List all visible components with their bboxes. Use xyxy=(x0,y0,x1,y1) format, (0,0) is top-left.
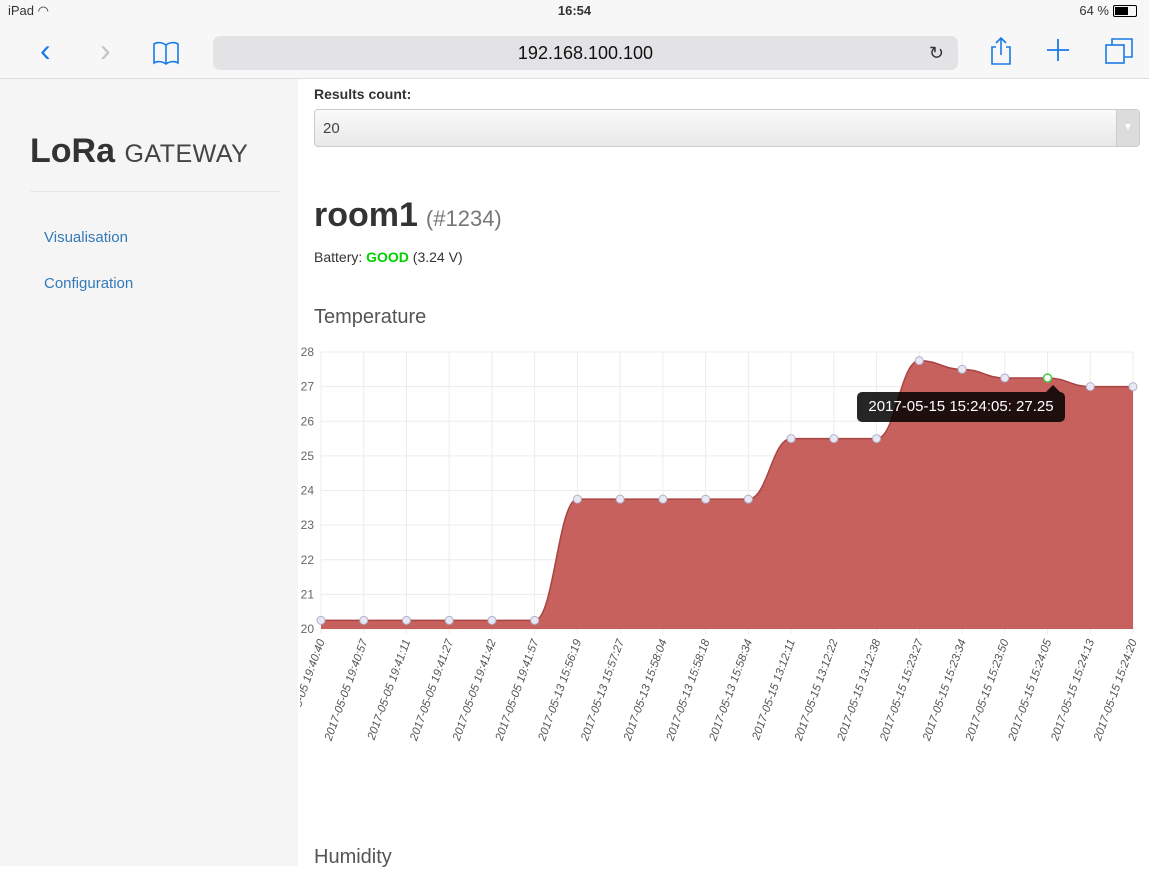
sidebar-divider xyxy=(30,191,280,192)
brand-sub: GATEWAY xyxy=(124,140,249,168)
data-point xyxy=(701,494,711,504)
brand-bold: LoRa xyxy=(30,132,115,170)
y-tick-label: 26 xyxy=(301,414,315,428)
x-tick-label: 2017-05-13 15:56:19 xyxy=(536,637,584,743)
sidebar-item-configuration[interactable]: Configuration xyxy=(44,275,133,292)
battery-icon xyxy=(1113,4,1137,17)
x-tick-label: 2017-05-05 19:41:27 xyxy=(408,637,456,743)
x-tick-label: 2017-05-13 15:58:34 xyxy=(707,638,755,743)
x-tick-label: 2017-05-15 15:24:05 xyxy=(1006,637,1054,743)
sidebar-item-visualisation[interactable]: Visualisation xyxy=(44,229,128,246)
clock: 16:54 xyxy=(557,3,592,18)
data-point xyxy=(1128,382,1138,392)
y-tick-label: 21 xyxy=(301,587,315,601)
x-tick-label: 2017-05-15 13:12:38 xyxy=(835,637,883,743)
battery-indicator: 64 % xyxy=(1079,3,1137,18)
data-point xyxy=(1085,382,1095,392)
data-point xyxy=(1000,373,1010,383)
data-point xyxy=(786,434,796,444)
y-tick-label: 25 xyxy=(301,449,315,463)
x-tick-label: 2017-05-15 15:23:34 xyxy=(921,638,969,743)
share-icon[interactable] xyxy=(989,36,1013,71)
y-tick-label: 28 xyxy=(301,345,315,359)
x-tick-label: 2017-05-15 13:12:11 xyxy=(750,638,798,743)
room-name: room1 xyxy=(314,196,418,234)
data-point xyxy=(444,615,454,625)
chart-tooltip: 2017-05-15 15:24:05: 27.25 xyxy=(857,385,1065,422)
data-point xyxy=(615,494,625,504)
data-point xyxy=(359,615,369,625)
status-badge: GOOD xyxy=(366,249,409,265)
reload-icon[interactable]: ↻ xyxy=(929,36,944,70)
data-point xyxy=(487,615,497,625)
data-point xyxy=(1042,373,1053,383)
battery-status: Battery: GOOD (3.24 V) xyxy=(314,249,463,265)
x-tick-label: 2017-05-15 15:24:20 xyxy=(1092,637,1140,743)
tabs-icon[interactable] xyxy=(1104,37,1134,70)
new-tab-icon[interactable] xyxy=(1045,36,1071,68)
results-count-value: 20 xyxy=(323,120,340,137)
x-tick-label: 2017-05-05 19:40:57 xyxy=(322,637,370,743)
data-point xyxy=(743,494,753,504)
data-point xyxy=(401,615,411,625)
y-tick-label: 24 xyxy=(301,484,315,498)
forward-icon[interactable]: › xyxy=(100,34,111,66)
data-point xyxy=(658,494,668,504)
battery-voltage: (3.24 V) xyxy=(408,249,463,265)
status-bar: iPad ◠ 16:54 64 % xyxy=(0,0,1149,22)
battery-percent: 64 % xyxy=(1079,3,1109,18)
results-count-label: Results count: xyxy=(314,86,412,102)
data-point xyxy=(572,494,582,504)
data-point xyxy=(829,434,839,444)
y-tick-label: 27 xyxy=(301,380,315,394)
x-tick-label: 2017-05-15 15:24:13 xyxy=(1049,637,1097,743)
battery-label: Battery: xyxy=(314,249,367,265)
temperature-title: Temperature xyxy=(314,306,427,328)
room-id: (#1234) xyxy=(425,206,502,231)
x-tick-label: 2017-05-05 19:41:57 xyxy=(493,637,541,743)
back-icon[interactable]: ‹ xyxy=(40,34,51,66)
data-point xyxy=(872,434,882,444)
chevron-down-icon: ▼ xyxy=(1116,110,1139,146)
bookmarks-icon[interactable] xyxy=(152,38,180,70)
data-point xyxy=(914,356,924,366)
data-point xyxy=(957,364,967,374)
x-tick-label: 2017-05-13 15:58:04 xyxy=(622,638,670,743)
y-tick-label: 20 xyxy=(301,622,315,636)
browser-toolbar: ‹ › 192.168.100.100 ↻ xyxy=(0,22,1149,79)
x-tick-label: 2017-05-05 19:41:42 xyxy=(451,637,499,743)
x-tick-label: 2017-05-15 15:23:27 xyxy=(878,637,926,743)
y-tick-label: 23 xyxy=(301,518,315,532)
x-tick-label: 2017-05-15 15:23:50 xyxy=(963,637,1011,743)
brand-logo[interactable]: LoRa GATEWAY xyxy=(30,132,248,171)
data-point xyxy=(316,615,326,625)
x-tick-label: 2017-05-05 19:40:40 xyxy=(300,637,328,743)
x-tick-label: 2017-05-13 15:57:27 xyxy=(579,637,627,743)
x-tick-label: 2017-05-13 15:58:18 xyxy=(664,637,712,743)
page-title: room1 (#1234) xyxy=(314,196,502,235)
url-text: 192.168.100.100 xyxy=(517,43,654,63)
data-point xyxy=(530,615,540,625)
x-tick-label: 2017-05-15 13:12:22 xyxy=(793,637,841,743)
x-tick-label: 2017-05-05 19:41:11 xyxy=(365,638,413,743)
address-bar[interactable]: 192.168.100.100 ↻ xyxy=(213,36,958,70)
y-tick-label: 22 xyxy=(301,553,315,567)
results-count-select[interactable]: 20 ▼ xyxy=(314,109,1140,147)
sidebar: LoRa GATEWAY Visualisation Configuration xyxy=(0,79,298,866)
